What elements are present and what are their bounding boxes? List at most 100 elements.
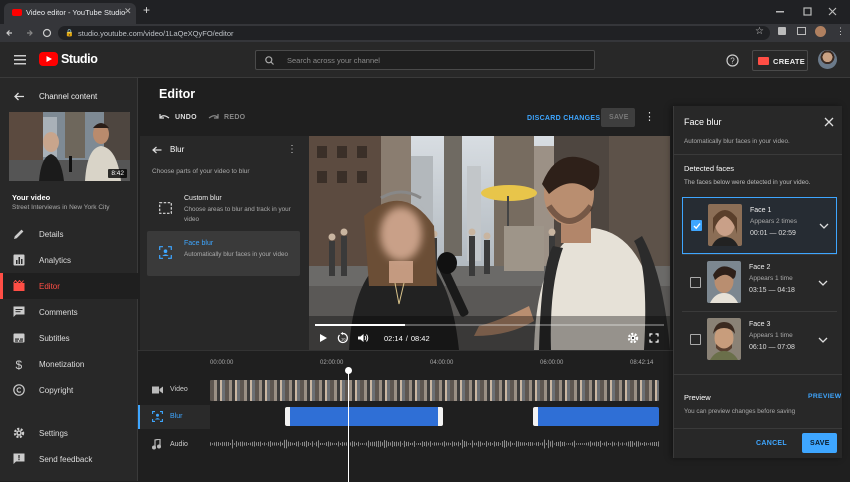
sidebar-item-label: Subtitles (39, 334, 70, 343)
blur-subtitle: Choose parts of your video to blur (152, 168, 250, 175)
create-label: CREATE (773, 57, 806, 66)
save-button-disabled[interactable]: SAVE (601, 108, 635, 127)
fullscreen-icon[interactable] (649, 333, 659, 343)
time-display: 02:14 / 08:42 (384, 334, 430, 343)
blur-segment[interactable] (533, 407, 659, 426)
sidebar-item-label: Analytics (39, 256, 72, 265)
tab-close-icon[interactable]: ✕ (124, 6, 132, 17)
extensions-icon[interactable] (778, 27, 786, 35)
close-icon[interactable] (824, 117, 834, 127)
checkmark-icon (693, 222, 701, 229)
cancel-button[interactable]: CANCEL (756, 440, 787, 447)
blur-segment[interactable] (285, 407, 444, 426)
search-placeholder: Search across your channel (287, 56, 380, 65)
playhead-handle[interactable] (344, 367, 352, 374)
sidebar-item-copyright[interactable]: Copyright (0, 377, 138, 403)
sidebar-item-details[interactable]: Details (0, 221, 138, 247)
play-icon[interactable] (319, 333, 328, 343)
face-row-2[interactable]: Face 2 Appears 1 time 03:15 — 04:18 (682, 254, 837, 311)
face-thumbnail-3 (707, 318, 741, 360)
divider (674, 374, 842, 375)
face-row-1[interactable]: Face 1 Appears 2 times 00:01 — 02:59 (682, 197, 837, 254)
editor-icon (13, 280, 25, 291)
sidebar-item-comments[interactable]: Comments (0, 299, 138, 325)
video-track-filmstrip[interactable] (210, 380, 659, 401)
address-bar: 🔒 studio.youtube.com/video/1LaQeXQyFO/ed… (0, 24, 850, 42)
face-blur-save-label: SAVE (810, 440, 830, 447)
sidebar-item-label: Copyright (39, 386, 74, 395)
sidebar-item-label: Send feedback (39, 455, 93, 464)
replay-10-icon[interactable]: 10 (337, 332, 349, 344)
video-duration-badge: 8:42 (108, 169, 127, 178)
svg-text:$: $ (16, 358, 23, 370)
face-blur-option[interactable]: Face blur Automatically blur faces in yo… (147, 231, 300, 276)
sidebar-item-feedback[interactable]: Send feedback (0, 446, 138, 472)
help-icon[interactable]: ? (726, 54, 739, 67)
face-time-range: 06:10 — 07:08 (749, 344, 795, 351)
sidebar-item-label: Monetization (39, 360, 85, 369)
sidebar-item-monetization[interactable]: $ Monetization (0, 351, 138, 377)
preview-link[interactable]: PREVIEW (808, 393, 841, 400)
url-field[interactable]: 🔒 studio.youtube.com/video/1LaQeXQyFO/ed… (58, 26, 770, 40)
pencil-icon (14, 229, 24, 239)
video-thumbnail[interactable]: 8:42 (9, 112, 130, 181)
arrow-back-icon (14, 92, 24, 101)
chevron-down-icon[interactable] (819, 222, 829, 230)
ruler-tick-label: 00:00:00 (210, 360, 234, 366)
face-blur-panel-desc: Automatically blur faces in your video. (684, 138, 790, 145)
face-checkbox[interactable] (690, 334, 701, 345)
browser-tab[interactable]: Video editor - YouTube Studio ✕ (4, 3, 136, 24)
face-blur-save-button[interactable]: SAVE (802, 433, 837, 453)
account-avatar[interactable] (818, 50, 837, 69)
face-blur-panel: Face blur Automatically blur faces in yo… (673, 106, 842, 458)
profile-avatar[interactable] (815, 26, 826, 37)
blur-track (210, 407, 659, 426)
url-text: studio.youtube.com/video/1LaQeXQyFO/edit… (78, 29, 234, 38)
playhead[interactable] (344, 367, 352, 482)
timeline: 00:00:00 02:00:00 04:00:00 06:00:00 08:4… (138, 350, 673, 482)
track-label-blur[interactable]: Blur (138, 405, 210, 429)
sidebar-item-subtitles[interactable]: Subtitles (0, 325, 138, 351)
detected-faces-title: Detected faces (684, 164, 735, 173)
discard-changes-button[interactable]: DISCARD CHANGES (527, 115, 600, 122)
video-progress-track[interactable] (315, 324, 664, 326)
volume-icon[interactable] (357, 333, 369, 343)
blur-back-button[interactable]: Blur (152, 145, 184, 154)
chevron-down-icon[interactable] (818, 336, 828, 344)
gear-icon (13, 427, 25, 439)
preview-title: Preview (684, 393, 711, 402)
chevron-down-icon[interactable] (818, 279, 828, 287)
lock-icon: 🔒 (65, 30, 74, 37)
window-buttons (776, 7, 837, 16)
studio-logo[interactable]: Studio (39, 52, 98, 66)
arrow-back-icon (152, 146, 162, 153)
face-checkbox[interactable] (690, 277, 701, 288)
search-input[interactable]: Search across your channel (255, 50, 595, 70)
reading-list-icon[interactable] (797, 27, 806, 35)
back-to-channel-content[interactable]: Channel content (0, 86, 138, 106)
sidebar-item-analytics[interactable]: Analytics (0, 247, 138, 273)
settings-gear-icon[interactable] (627, 332, 639, 344)
new-tab-icon[interactable]: + (143, 3, 150, 17)
youtube-favicon-icon (12, 9, 22, 16)
video-player[interactable]: 10 02:14 / 08:42 (309, 136, 670, 350)
custom-blur-icon (159, 202, 172, 214)
custom-blur-option[interactable]: Custom blur Choose areas to blur and tra… (147, 186, 300, 230)
face-row-3[interactable]: Face 3 Appears 1 time 06:10 — 07:08 (682, 311, 837, 368)
undo-button[interactable]: UNDO (159, 113, 197, 121)
browser-menu-icon[interactable]: ⋮ (836, 26, 845, 37)
bookmark-star-icon[interactable]: ☆ (755, 26, 764, 37)
audio-waveform[interactable] (210, 435, 659, 453)
more-options-icon[interactable]: ⋮ (644, 110, 655, 123)
hamburger-menu-icon[interactable] (14, 55, 26, 65)
dollar-icon: $ (16, 358, 23, 370)
blur-more-icon[interactable]: ⋮ (287, 144, 297, 155)
undo-icon (159, 114, 170, 119)
face-checkbox-checked[interactable] (691, 220, 702, 231)
sidebar-item-settings[interactable]: Settings (0, 420, 138, 446)
redo-button[interactable]: REDO (208, 113, 245, 121)
sidebar-item-editor[interactable]: Editor (0, 273, 138, 299)
analytics-icon (13, 254, 25, 266)
face-thumbnail-1 (708, 204, 742, 246)
create-button[interactable]: CREATE (752, 50, 808, 71)
